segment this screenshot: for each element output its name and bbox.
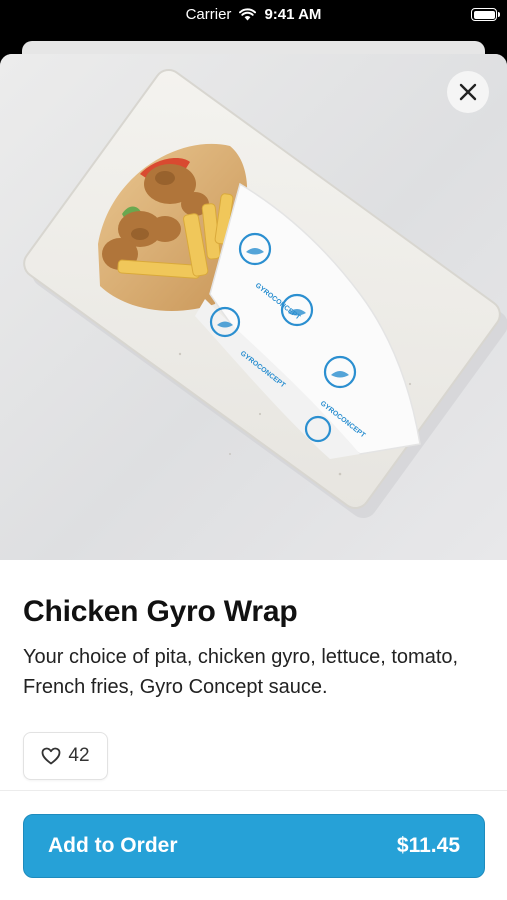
add-to-order-button[interactable]: Add to Order $11.45 xyxy=(23,814,485,878)
close-button[interactable] xyxy=(447,71,489,113)
wifi-icon xyxy=(239,8,257,21)
heart-icon xyxy=(42,747,61,765)
status-time: 9:41 AM xyxy=(264,6,322,23)
battery-icon xyxy=(471,8,500,21)
item-detail-sheet: GYROCONCEPT GYROCONCEPT GYROCONCEPT Chic… xyxy=(0,54,507,900)
status-bar: Carrier 9:41 AM xyxy=(0,0,507,34)
carrier-label: Carrier xyxy=(185,6,232,23)
like-button[interactable]: 42 xyxy=(23,732,108,780)
like-count: 42 xyxy=(68,745,90,766)
item-title: Chicken Gyro Wrap xyxy=(23,595,298,628)
item-description: Your choice of pita, chicken gyro, lettu… xyxy=(23,646,459,698)
item-photo: GYROCONCEPT GYROCONCEPT GYROCONCEPT xyxy=(0,54,507,560)
divider xyxy=(0,790,507,791)
close-icon xyxy=(459,83,477,101)
add-to-order-label: Add to Order xyxy=(48,834,178,857)
order-price: $11.45 xyxy=(396,834,460,857)
gyro-wrap-image: GYROCONCEPT GYROCONCEPT GYROCONCEPT xyxy=(23,68,507,519)
